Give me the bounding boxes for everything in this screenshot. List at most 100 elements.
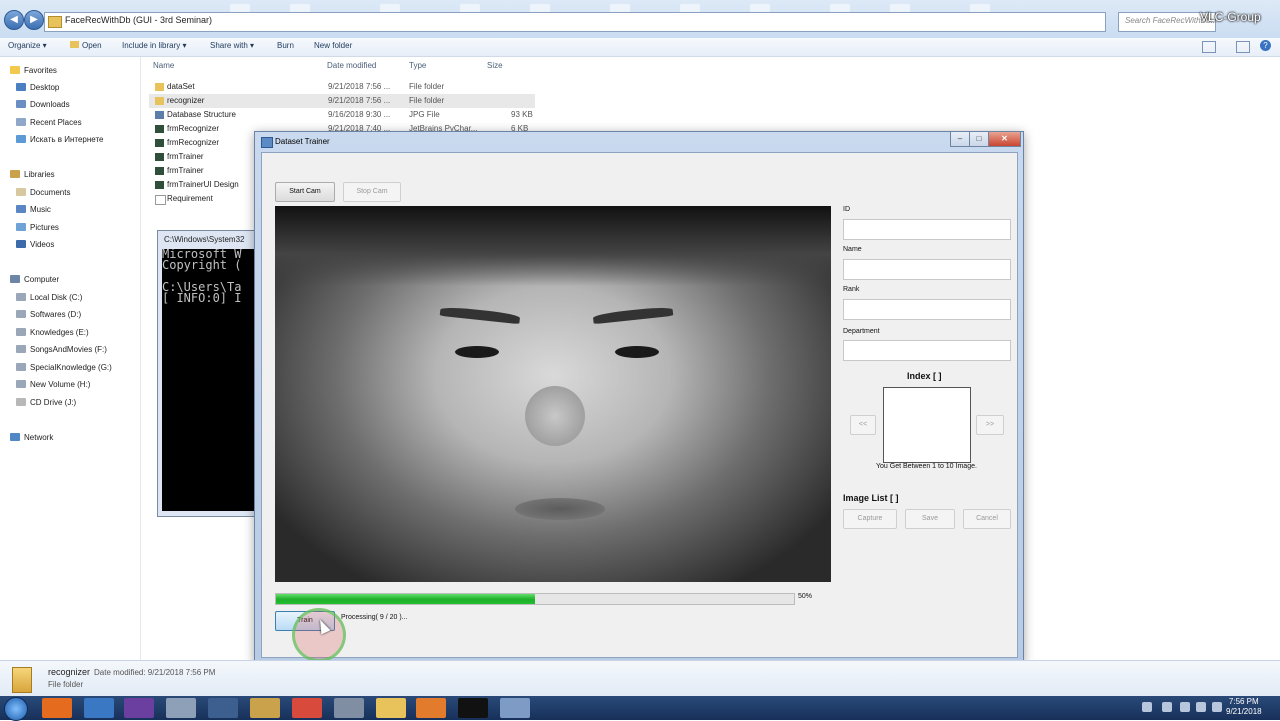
file-name: frmTrainerUI Design — [167, 180, 239, 189]
burn-button[interactable]: Burn — [277, 41, 294, 50]
nav-drive-j[interactable]: CD Drive (J:) — [16, 398, 76, 407]
nav-drive-e[interactable]: Knowledges (E:) — [16, 328, 89, 337]
nav-drive-f[interactable]: SongsAndMovies (F:) — [16, 345, 107, 354]
tray-icon[interactable] — [1162, 702, 1172, 712]
visual-studio-icon[interactable] — [124, 698, 154, 718]
nav-recent[interactable]: Recent Places — [16, 118, 82, 127]
view-icon[interactable] — [1202, 41, 1216, 53]
name-input[interactable] — [843, 259, 1011, 280]
tray-icon[interactable] — [1142, 702, 1152, 712]
column-type[interactable]: Type — [409, 61, 426, 70]
nav-search-web[interactable]: Искать в Интернете — [16, 135, 104, 144]
start-button[interactable] — [4, 697, 28, 721]
window-title: Dataset Trainer — [275, 137, 330, 146]
nav-drive-d[interactable]: Softwares (D:) — [16, 310, 81, 319]
open-button[interactable]: Open — [70, 41, 102, 50]
nav-desktop[interactable]: Desktop — [16, 83, 59, 92]
nav-network[interactable]: Network — [10, 433, 53, 442]
include-library-button[interactable]: Include in library ▾ — [122, 41, 187, 50]
forward-icon[interactable]: ▶ — [24, 10, 44, 30]
nav-drive-c[interactable]: Local Disk (C:) — [16, 293, 82, 302]
nav-search-web-label: Искать в Интернете — [30, 135, 104, 144]
details-type: File folder — [48, 680, 84, 689]
rank-input[interactable] — [843, 299, 1011, 320]
nav-computer[interactable]: Computer — [10, 275, 59, 284]
file-row[interactable]: Database Structure 9/16/2018 9:30 ... JPG … — [149, 108, 535, 122]
camera-nose — [525, 386, 585, 446]
file-name: dataSet — [167, 82, 195, 91]
tray-icon[interactable] — [1180, 702, 1190, 712]
minimize-button[interactable]: – — [950, 132, 970, 147]
nav-pictures[interactable]: Pictures — [16, 223, 59, 232]
department-input[interactable] — [843, 340, 1011, 361]
clock-time: 7:56 PM — [1228, 697, 1259, 706]
back-icon[interactable]: ◀ — [4, 10, 24, 30]
organize-button[interactable]: Organize ▾ — [8, 41, 47, 50]
pycharm-file-icon — [155, 153, 164, 161]
python-app-icon[interactable] — [500, 698, 530, 718]
column-date[interactable]: Date modified — [327, 61, 376, 70]
column-size[interactable]: Size — [487, 61, 503, 70]
file-row-selected[interactable]: recognizer 9/21/2018 7:56 ... File folder — [149, 94, 535, 108]
trainer-client-area: Start Cam Stop Cam ID Name Rank Departme… — [261, 152, 1018, 662]
training-progress-bar — [275, 593, 795, 605]
file-type: JPG File — [409, 110, 440, 119]
help-icon[interactable]: ? — [1260, 40, 1271, 51]
nav-computer-label: Computer — [24, 275, 60, 284]
camera-preview — [275, 206, 831, 582]
nav-libraries-label: Libraries — [24, 170, 55, 179]
previous-image-button[interactable]: << — [850, 415, 876, 435]
file-size: 93 KB — [511, 110, 533, 119]
clock[interactable]: 7:56 PM 9/21/2018 — [1226, 697, 1262, 717]
file-name: frmTrainer — [167, 152, 204, 161]
database-icon[interactable] — [334, 698, 364, 718]
preview-pane-icon[interactable] — [1236, 41, 1250, 53]
app-icon[interactable] — [208, 698, 238, 718]
file-name: frmRecognizer — [167, 124, 220, 133]
id-input[interactable] — [843, 219, 1011, 240]
app-icon[interactable] — [166, 698, 196, 718]
cancel-button[interactable]: Cancel — [963, 509, 1011, 529]
app-icon[interactable] — [250, 698, 280, 718]
nav-drive-label: Knowledges (E:) — [30, 328, 89, 337]
tray-icon[interactable] — [1196, 702, 1206, 712]
pycharm-file-icon — [155, 125, 164, 133]
nav-drive-label: New Volume (H:) — [30, 380, 91, 389]
click-highlight — [292, 608, 346, 662]
media-player-icon[interactable] — [416, 698, 446, 718]
file-name: Database Structure — [167, 110, 236, 119]
word-icon[interactable] — [84, 698, 114, 718]
close-button[interactable]: ✕ — [988, 132, 1021, 147]
file-type: File folder — [409, 82, 445, 91]
file-row[interactable]: dataSet 9/21/2018 7:56 ... File folder — [149, 80, 535, 94]
start-cam-button[interactable]: Start Cam — [275, 182, 335, 202]
nav-drive-label: CD Drive (J:) — [30, 398, 77, 407]
address-field[interactable]: FaceRecWithDb (GUI - 3rd Seminar) — [44, 12, 1106, 32]
volume-icon[interactable] — [1212, 702, 1222, 712]
chrome-icon[interactable] — [292, 698, 322, 718]
new-folder-button[interactable]: New folder — [314, 41, 352, 50]
save-button[interactable]: Save — [905, 509, 955, 529]
column-name[interactable]: Name — [153, 61, 174, 70]
nav-drive-h[interactable]: New Volume (H:) — [16, 380, 90, 389]
file-date: 9/21/2018 7:56 ... — [328, 96, 391, 105]
maximize-button[interactable]: □ — [969, 132, 989, 147]
nav-music[interactable]: Music — [16, 205, 51, 214]
nav-documents[interactable]: Documents — [16, 188, 70, 197]
nav-favorites[interactable]: Favorites — [10, 66, 57, 75]
videos-icon — [16, 240, 26, 248]
console-icon[interactable] — [458, 698, 488, 718]
stop-cam-button[interactable]: Stop Cam — [343, 182, 401, 202]
nav-drive-g[interactable]: SpecialKnowledge (G:) — [16, 363, 112, 372]
nav-documents-label: Documents — [30, 188, 71, 197]
share-with-button[interactable]: Share with ▾ — [210, 41, 254, 50]
explorer-icon[interactable] — [376, 698, 406, 718]
firefox-icon[interactable] — [42, 698, 72, 718]
nav-downloads[interactable]: Downloads — [16, 100, 70, 109]
nav-libraries[interactable]: Libraries — [10, 170, 55, 179]
nav-videos[interactable]: Videos — [16, 240, 54, 249]
console-window[interactable]: C:\Windows\System32 Microsoft W Copyrigh… — [157, 230, 269, 517]
pycharm-file-icon — [155, 167, 164, 175]
capture-button[interactable]: Capture — [843, 509, 897, 529]
next-image-button[interactable]: >> — [976, 415, 1004, 435]
